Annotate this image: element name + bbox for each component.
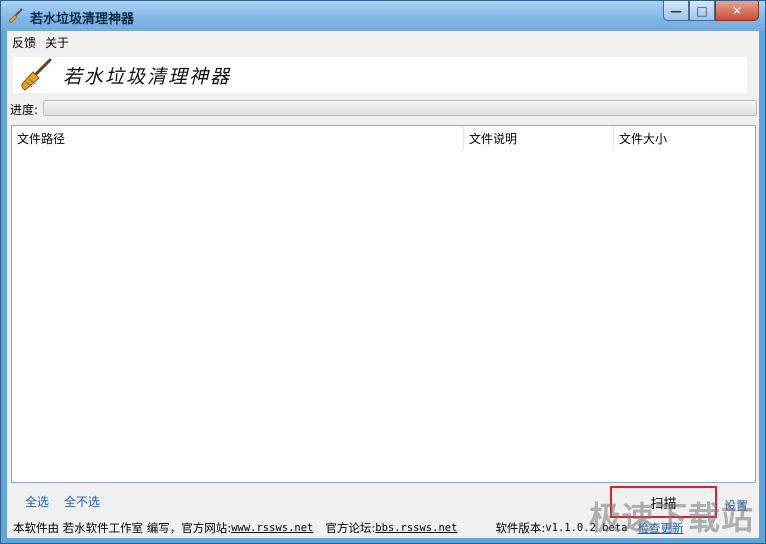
settings-link[interactable]: 设置: [724, 497, 748, 514]
progress-label: 进度:: [10, 103, 39, 117]
maximize-button[interactable]: □: [689, 1, 715, 21]
client-area: 反馈 关于 若水垃圾清理神器 进度: 文件路径 文件说明 文件大小 全选 全不选…: [7, 31, 759, 538]
menu-about[interactable]: 关于: [41, 34, 73, 51]
window-title: 若水垃圾清理神器: [30, 12, 135, 27]
title-bar[interactable]: 若水垃圾清理神器 — □ ✕: [1, 1, 765, 31]
menu-bar: 反馈 关于: [7, 31, 759, 53]
column-header-file-path[interactable]: 文件路径: [12, 126, 464, 150]
status-version: v1.1.0.2 beta: [545, 522, 628, 534]
menu-feedback[interactable]: 反馈: [8, 34, 40, 51]
progress-bar: [43, 100, 757, 116]
website-link[interactable]: www.rssws.net: [231, 522, 313, 534]
column-header-file-description[interactable]: 文件说明: [464, 126, 614, 150]
check-update-link[interactable]: 检查更新: [638, 520, 684, 536]
selection-links: 全选 全不选: [25, 493, 100, 510]
file-list[interactable]: 文件路径 文件说明 文件大小: [11, 125, 756, 483]
column-header-file-size[interactable]: 文件大小: [614, 126, 755, 150]
window-controls: — □ ✕: [663, 1, 759, 21]
minimize-button[interactable]: —: [663, 1, 689, 21]
list-header: 文件路径 文件说明 文件大小: [12, 126, 755, 150]
banner-title: 若水垃圾清理神器: [63, 65, 232, 88]
broom-icon: [8, 8, 23, 24]
app-window: 若水垃圾清理神器 — □ ✕ 反馈 关于 若水垃圾清理神器 进度: 文件路径 文…: [0, 0, 766, 544]
status-bar: 本软件由 若水软件工作室 编写，官方网站: www.rssws.net 官方论坛…: [7, 518, 759, 538]
close-button[interactable]: ✕: [715, 1, 759, 21]
forum-link[interactable]: bbs.rssws.net: [375, 522, 457, 534]
status-forum-label: 官方论坛:: [325, 521, 376, 535]
select-none-link[interactable]: 全不选: [64, 493, 100, 510]
scan-button[interactable]: 扫描: [610, 486, 717, 518]
status-made-by: 本软件由 若水软件工作室 编写，官方网站:: [13, 521, 232, 535]
broom-logo-icon: [21, 58, 52, 91]
select-all-link[interactable]: 全选: [25, 493, 49, 510]
status-version-label: 软件版本:: [495, 521, 546, 535]
banner: 若水垃圾清理神器: [13, 57, 747, 93]
